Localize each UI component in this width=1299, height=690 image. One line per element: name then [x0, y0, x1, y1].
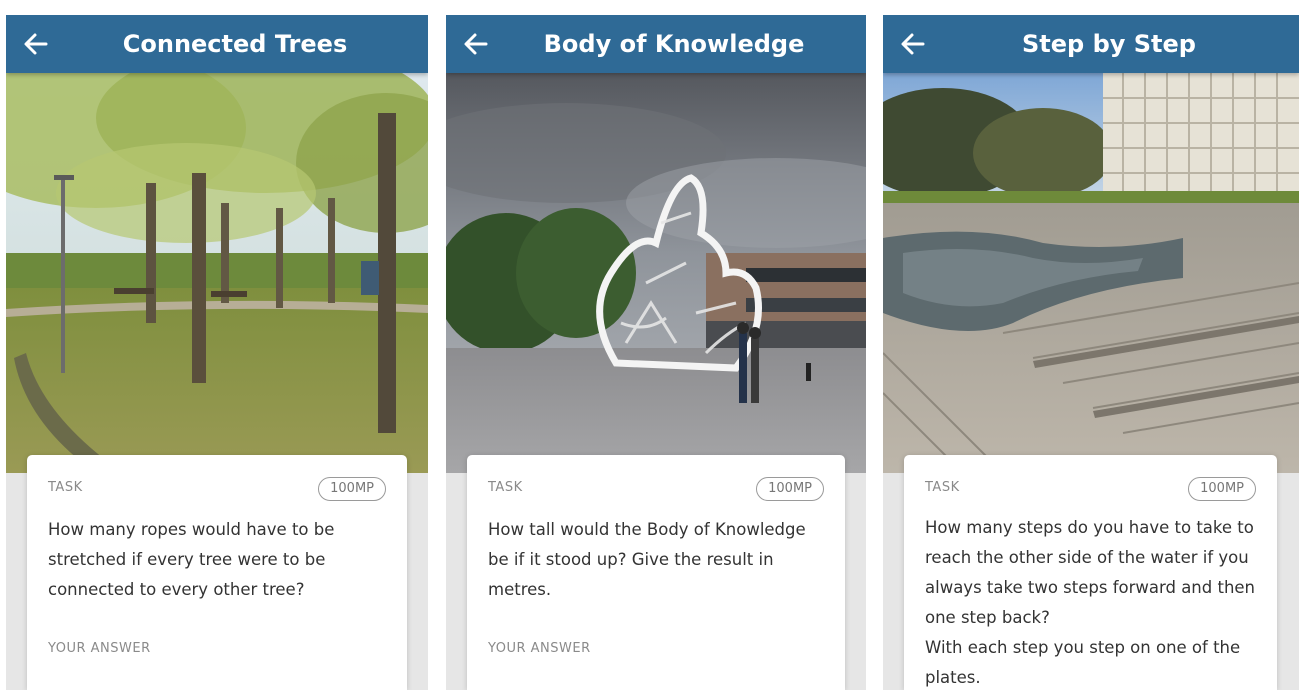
- points-badge: 100MP: [756, 477, 824, 501]
- task-card: TASK 100MP How tall would the Body of Kn…: [467, 455, 845, 690]
- task-photo: [6, 73, 428, 473]
- screen-title: Connected Trees: [122, 30, 348, 58]
- arrow-left-icon: [464, 33, 488, 55]
- task-card-header: TASK 100MP: [48, 477, 386, 501]
- back-button[interactable]: [458, 26, 494, 62]
- task-label: TASK: [925, 480, 960, 495]
- app-bar: Connected Trees: [6, 15, 428, 73]
- screen-title: Step by Step: [1022, 30, 1196, 58]
- app-bar: Body of Knowledge: [446, 15, 866, 73]
- screen-title: Body of Knowledge: [543, 30, 805, 58]
- task-question: How tall would the Body of Knowledge be …: [488, 520, 806, 599]
- back-button[interactable]: [895, 26, 931, 62]
- task-question: How many ropes would have to be stretche…: [48, 520, 335, 599]
- screen-step-by-step: Step by Step TASK 100MP How many steps d…: [883, 15, 1299, 690]
- task-card-header: TASK 100MP: [488, 477, 824, 501]
- screen-body-of-knowledge: Body of Knowledge TASK 100MP How tall wo…: [446, 15, 866, 690]
- app-bar: Step by Step: [883, 15, 1299, 73]
- task-label: TASK: [488, 480, 523, 495]
- answer-label: YOUR ANSWER: [48, 641, 151, 656]
- task-card: TASK 100MP How many ropes would have to …: [27, 455, 407, 690]
- task-card-header: TASK 100MP: [925, 477, 1256, 501]
- arrow-left-icon: [901, 33, 925, 55]
- task-photo: [446, 73, 866, 473]
- task-label: TASK: [48, 480, 83, 495]
- arrow-left-icon: [24, 33, 48, 55]
- back-button[interactable]: [18, 26, 54, 62]
- answer-label: YOUR ANSWER: [488, 641, 591, 656]
- task-card: TASK 100MP How many steps do you have to…: [904, 455, 1277, 690]
- points-badge: 100MP: [1188, 477, 1256, 501]
- task-photo: [883, 73, 1299, 473]
- screen-connected-trees: Connected Trees TASK 100MP How many rope…: [6, 15, 428, 690]
- task-question: How many steps do you have to take to re…: [925, 518, 1256, 687]
- screenshot-collage: Connected Trees TASK 100MP How many rope…: [0, 0, 1299, 690]
- points-badge: 100MP: [318, 477, 386, 501]
